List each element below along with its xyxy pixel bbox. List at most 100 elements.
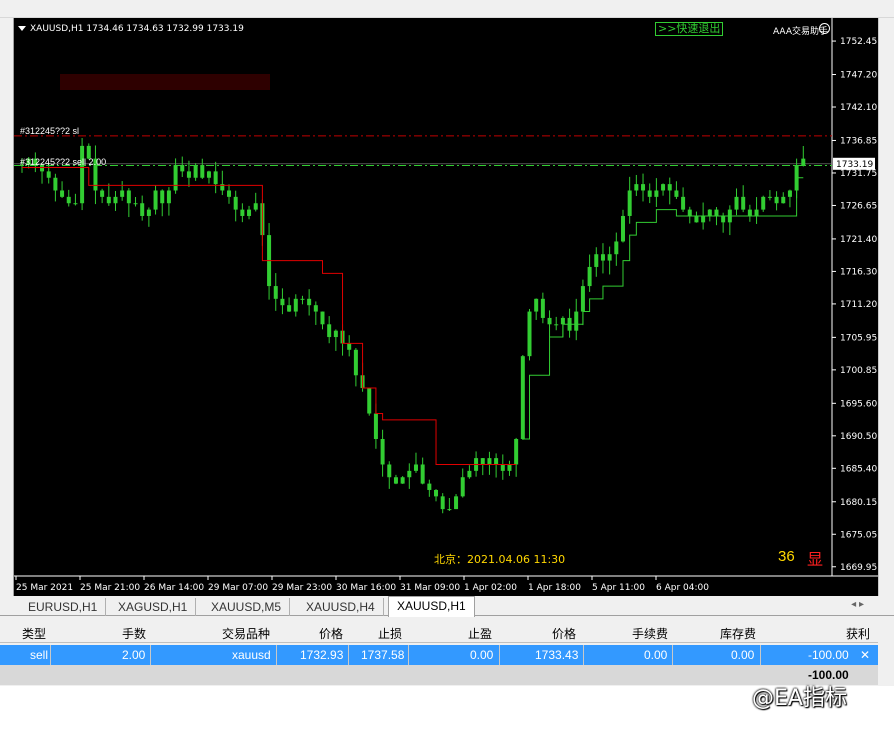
col-price[interactable]: 价格 [319,625,343,642]
quick-exit-button[interactable]: >>快速退出 [655,22,724,36]
y-tick-label: 1675.05 [840,530,877,540]
candle-body [166,190,171,204]
candle-body [661,184,666,191]
x-tick-label: 31 Mar 09:00 [400,583,460,593]
candle-body [307,298,312,306]
tab-xauusd-h1[interactable]: XAUUSD,H1 [388,596,475,617]
candle-body [634,184,639,191]
cell-profit: -100.00 [808,648,849,662]
x-tick-label: 1 Apr 02:00 [464,583,517,593]
candle-body [587,266,592,287]
candle-body [126,190,131,204]
tab-eurusd-h1[interactable]: EURUSD,H1 [20,598,107,616]
y-tick-label: 1705.95 [840,333,877,343]
chevron-down-icon[interactable] [18,26,26,31]
candle-body [300,298,305,300]
cell-tp: 0.00 [470,648,494,662]
y-tick-label: 1731.75 [840,169,877,179]
candle-body [500,464,505,471]
channel-upper-line [22,167,517,465]
tab-xauusd-h4[interactable]: XAUUSD,H4 [298,598,384,616]
candle-body [614,241,619,255]
top-toolbar-strip [0,0,894,18]
y-tick-label: 1680.15 [840,498,877,508]
candle-body [287,305,292,312]
x-tick-label: 5 Apr 11:00 [592,583,645,593]
candle-body [454,496,459,510]
col-profit[interactable]: 获利 [846,625,870,642]
candle-body [280,298,285,306]
y-tick-label: 1721.40 [840,235,877,245]
candle-body [173,165,178,191]
candle-body [440,496,445,510]
candle-body [240,209,245,216]
candle-body [514,439,519,465]
candle-body [247,209,252,216]
col-symbol[interactable]: 交易品种 [222,625,270,642]
candle-body [106,196,111,204]
beijing-time-label: 北京：2021.04.06 11:30 [434,553,566,566]
candle-body [113,196,118,204]
col-sl[interactable]: 止损 [378,625,402,642]
candle-body [434,489,439,497]
y-tick-label: 1736.85 [840,136,877,146]
table-row[interactable]: sell 2.00 xauusd 1732.93 1737.58 0.00 17… [0,645,878,665]
candle-body [694,215,699,223]
candle-body [527,311,532,357]
candle-body [427,483,432,490]
countdown-value: 36 [778,548,795,565]
candle-body [781,196,786,204]
candle-body [333,330,338,338]
candle-body [667,184,672,191]
candle-body [534,298,539,312]
candle-body [387,464,392,478]
candle-body [120,190,125,197]
col-lots[interactable]: 手数 [122,625,146,642]
candle-body [520,356,525,439]
candle-body [133,203,138,205]
candle-body [347,343,352,350]
candle-body [413,464,418,471]
right-panel-edge [878,18,894,596]
candle-body [393,477,398,484]
col-tp[interactable]: 止盈 [468,625,492,642]
tab-xagusd-h1[interactable]: XAGUSD,H1 [110,598,197,616]
cell-current-price: 1733.43 [535,648,579,662]
x-tick-label: 30 Mar 16:00 [336,583,396,593]
price-chart[interactable]: 1752.45 1747.20 1742.10 1736.85 1731.75 1726.… [14,18,878,596]
candle-body [574,311,579,331]
show-toggle-button[interactable]: 显 [807,546,823,570]
tab-scroll-arrows-icon[interactable]: ◂ ▸ [851,599,864,610]
tab-xauusd-m5[interactable]: XAUUSD,M5 [203,598,291,616]
cell-symbol: xauusd [232,648,271,662]
cell-commission: 0.00 [644,648,668,662]
candle-body [547,317,552,325]
close-icon[interactable]: ✕ [860,648,870,662]
candle-body [73,203,78,205]
candle-body [146,209,151,216]
candle-body [180,165,185,172]
redaction-box [60,74,270,90]
candle-body [654,190,659,197]
stop-loss-label: #312245??2 sl [20,126,80,136]
candle-body [641,184,646,191]
x-tick-label: 6 Apr 04:00 [656,583,709,593]
candle-body [761,196,766,210]
candle-body [801,158,806,165]
candle-body [701,215,706,223]
y-tick-label: 1747.20 [840,71,877,81]
x-tick-label: 25 Mar 2021 [16,583,73,593]
candle-body [380,439,385,465]
chart-symbol-header: XAUUSD,H1 1734.46 1734.63 1732.99 1733.1… [18,24,244,34]
cell-lots: 2.00 [122,648,146,662]
smiley-icon[interactable] [819,23,830,34]
col-type[interactable]: 类型 [22,625,46,642]
candle-body [213,171,218,185]
candle-body [767,196,772,198]
col-commission[interactable]: 手续费 [632,625,668,642]
candle-body [721,215,726,223]
col-swap[interactable]: 库存费 [720,625,756,642]
col-current-price[interactable]: 价格 [552,625,576,642]
candle-body [734,196,739,210]
candle-body [227,190,232,197]
